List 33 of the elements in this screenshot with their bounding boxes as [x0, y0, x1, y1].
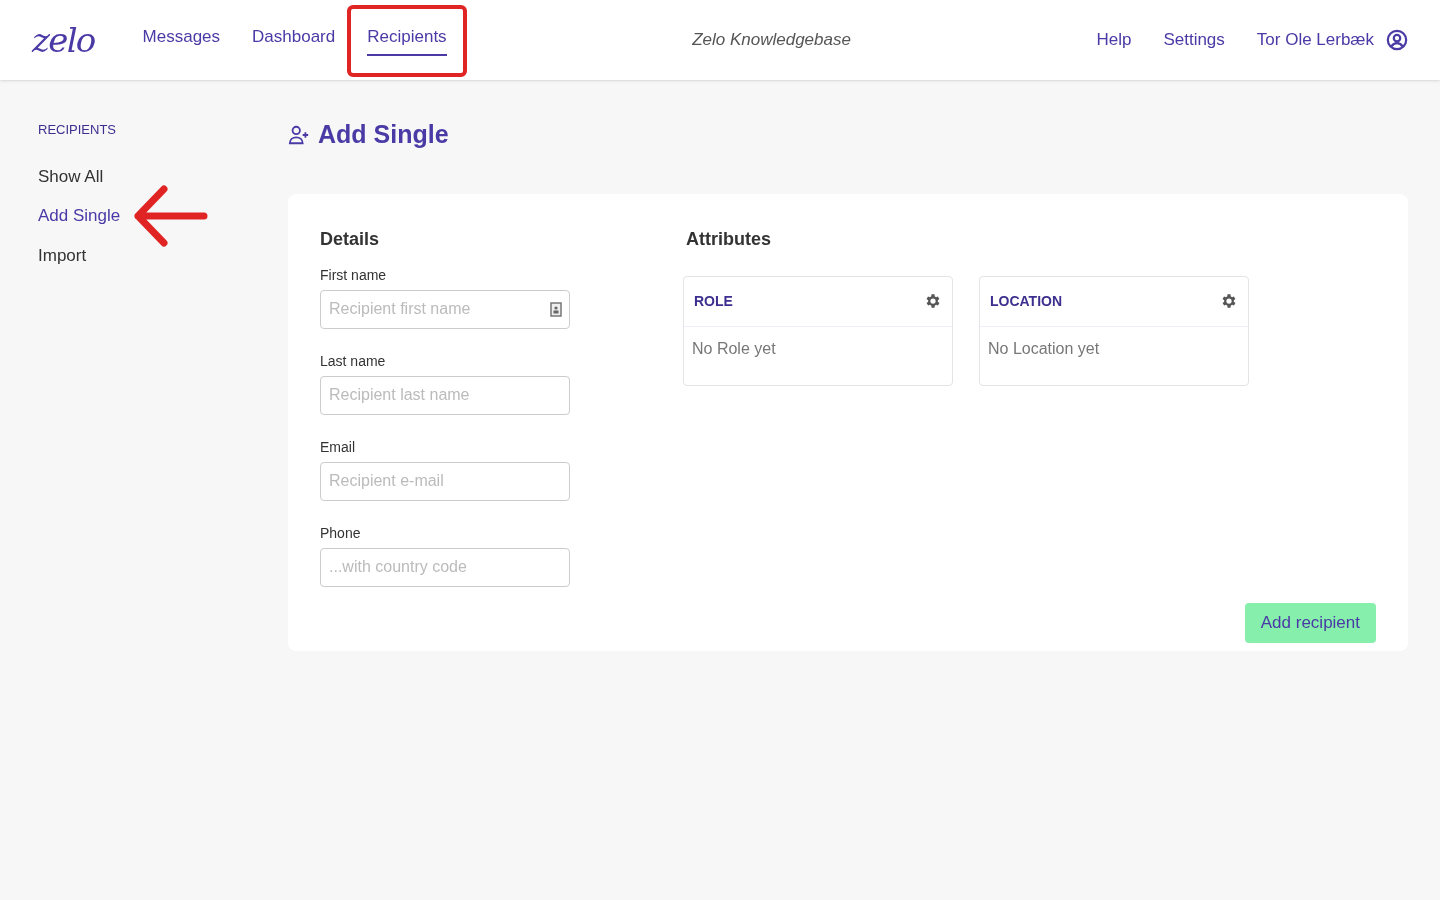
- contact-card-icon: [550, 301, 562, 317]
- attribute-title: LOCATION: [990, 291, 1063, 311]
- nav-tab[interactable]: Dashboard: [252, 24, 336, 56]
- nav-tab[interactable]: Recipients: [367, 24, 447, 56]
- sidebar-heading: RECIPIENTS: [38, 121, 117, 139]
- field-label: Email: [320, 437, 356, 457]
- section-heading: Attributes: [686, 227, 772, 251]
- input-field[interactable]: Recipient e-mail: [320, 461, 570, 501]
- header-link[interactable]: Help: [1096, 27, 1132, 53]
- page-title: Add Single: [318, 119, 449, 150]
- attribute-title: ROLE: [694, 291, 733, 311]
- field-label: Phone: [320, 523, 362, 543]
- empty-state-text: No Role yet: [691, 338, 777, 359]
- nav-tab[interactable]: Messages: [142, 24, 221, 56]
- user-icon[interactable]: [1386, 29, 1408, 51]
- field-label: Last name: [320, 351, 387, 371]
- logo[interactable]: zelo: [32, 14, 95, 66]
- sidebar-item[interactable]: Import: [38, 242, 87, 268]
- settings-icon[interactable]: [1220, 292, 1238, 310]
- field-label: First name: [320, 265, 388, 285]
- section-heading: Details: [320, 227, 381, 251]
- add-recipient-button[interactable]: Add recipient: [1244, 602, 1376, 643]
- add-user-icon: [288, 123, 310, 146]
- sidebar-item[interactable]: Add Single: [38, 203, 121, 229]
- knowledgebase-link[interactable]: Zelo Knowledgebase: [692, 27, 851, 53]
- input-field[interactable]: ...with country code: [320, 547, 570, 587]
- input-field[interactable]: Recipient last name: [320, 375, 570, 415]
- user-name[interactable]: Tor Ole Lerbæk: [1256, 27, 1374, 53]
- sidebar-item[interactable]: Show All: [38, 163, 104, 189]
- input-field[interactable]: Recipient first name: [320, 289, 570, 329]
- header-link[interactable]: Settings: [1163, 27, 1225, 53]
- empty-state-text: No Location yet: [987, 338, 1101, 359]
- settings-icon[interactable]: [924, 292, 942, 310]
